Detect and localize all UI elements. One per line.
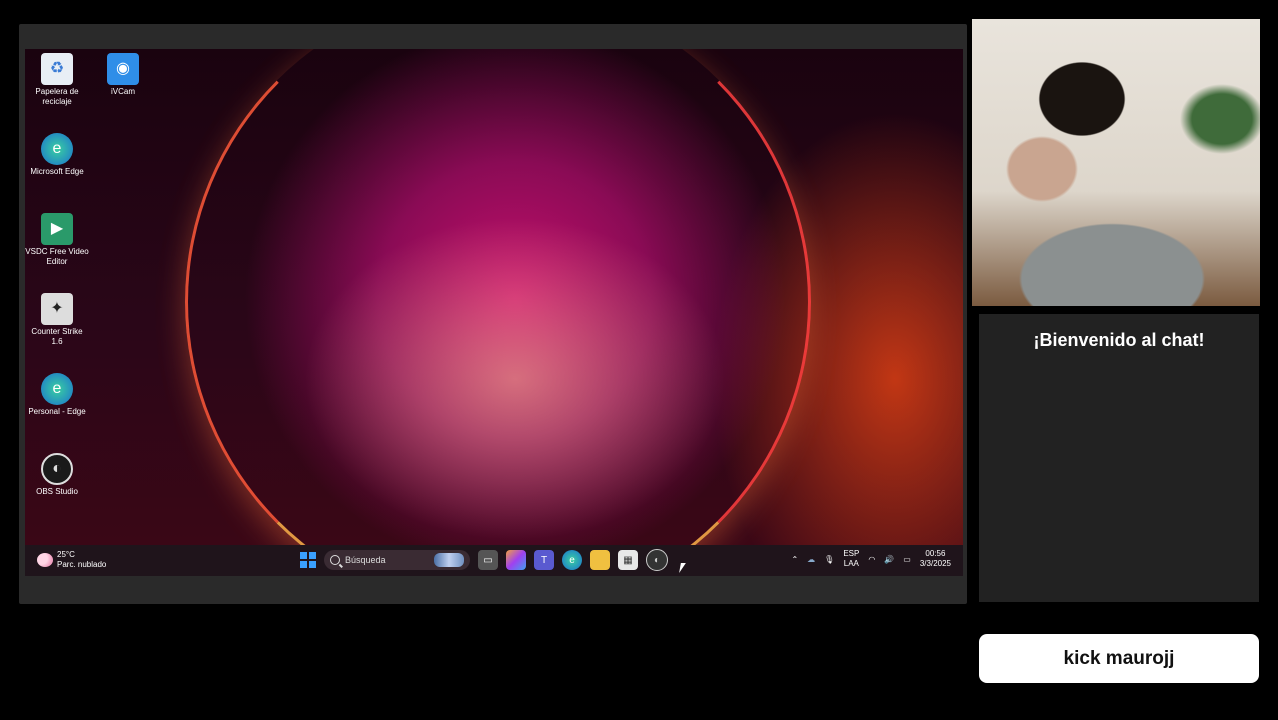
search-placeholder: Búsqueda (345, 555, 386, 565)
ivcam-icon: ◉ (107, 53, 139, 85)
obs-icon: ◐ (41, 453, 73, 485)
weather-widget[interactable]: 25°C Parc. nublado (37, 550, 106, 570)
edge-taskbar-icon[interactable]: e (562, 550, 582, 570)
weather-desc: Parc. nublado (57, 560, 107, 569)
edge-icon: e (41, 133, 73, 165)
chevron-up-icon[interactable]: ⌃ (791, 555, 798, 564)
search-icon (330, 555, 340, 565)
desktop-icon-label: VSDC Free Video Editor (25, 247, 89, 266)
desktop-icons: ♻ Papelera de reciclaje ◉ iVCam e Micros… (25, 49, 165, 529)
webcam-feed (972, 19, 1260, 306)
teams-icon[interactable]: T (534, 550, 554, 570)
weather-icon (37, 553, 53, 567)
onedrive-icon[interactable]: ☁ (807, 555, 815, 564)
chat-panel: ¡Bienvenido al chat! (979, 314, 1259, 602)
battery-icon[interactable]: ▭ (903, 555, 911, 564)
desktop-icon-label: OBS Studio (36, 487, 78, 496)
desktop-icon-label: Papelera de reciclaje (35, 87, 79, 106)
clock-time: 00:56 (925, 549, 946, 558)
wifi-icon[interactable]: ◠ (868, 555, 875, 564)
keyboard-layout: LAA (843, 559, 859, 568)
desktop-icon-counter-strike[interactable]: ✦ Counter Strike 1.6 (25, 293, 89, 347)
desktop-icon-label: Microsoft Edge (30, 167, 84, 176)
desktop-icon-ivcam[interactable]: ◉ iVCam (91, 53, 155, 97)
microphone-icon[interactable]: 🎙 (824, 555, 834, 564)
language-indicator[interactable]: ESP LAA (843, 549, 859, 569)
desktop-icon-edge[interactable]: e Microsoft Edge (25, 133, 89, 177)
desktop-icon-label: Counter Strike 1.6 (31, 327, 83, 346)
taskbar: 25°C Parc. nublado Búsqueda ▭ T e ▦ ◐ ⌃ … (25, 545, 963, 576)
volume-icon[interactable]: 🔊 (884, 555, 894, 564)
desktop-icon-obs[interactable]: ◐ OBS Studio (25, 453, 89, 497)
recycle-bin-icon: ♻ (41, 53, 73, 85)
desktop-icon-personal-edge[interactable]: e Personal - Edge (25, 373, 89, 417)
task-view-icon[interactable]: ▭ (478, 550, 498, 570)
copilot-icon[interactable] (506, 550, 526, 570)
file-explorer-icon[interactable] (590, 550, 610, 570)
system-tray: ⌃ ☁ 🎙 ESP LAA ◠ 🔊 ▭ 00:56 3/3/2025 (791, 549, 951, 569)
taskbar-search[interactable]: Búsqueda (324, 550, 470, 570)
clock[interactable]: 00:56 3/3/2025 (920, 549, 951, 569)
store-icon[interactable]: ▦ (618, 550, 638, 570)
desktop-icon-recycle-bin[interactable]: ♻ Papelera de reciclaje (25, 53, 89, 107)
obs-taskbar-icon[interactable]: ◐ (646, 549, 668, 571)
desktop-icon-vsdc[interactable]: ▶ VSDC Free Video Editor (25, 213, 89, 267)
clock-date: 3/3/2025 (919, 559, 951, 568)
desktop-icon-label: iVCam (110, 87, 135, 96)
vsdc-icon: ▶ (41, 213, 73, 245)
channel-name-tag: kick maurojj (979, 634, 1259, 683)
edge-profile-icon: e (41, 373, 73, 405)
start-button[interactable] (300, 552, 316, 568)
desktop-icon-label: Personal - Edge (28, 407, 86, 416)
wallpaper-orb (185, 49, 811, 545)
taskbar-apps: Búsqueda ▭ T e ▦ ◐ (300, 549, 668, 571)
desktop-wallpaper (25, 49, 963, 545)
weather-temp: 25°C (57, 550, 75, 559)
search-highlight-icon (434, 553, 464, 567)
counter-strike-icon: ✦ (41, 293, 73, 325)
language-code: ESP (843, 549, 860, 558)
chat-title: ¡Bienvenido al chat! (1033, 330, 1205, 350)
